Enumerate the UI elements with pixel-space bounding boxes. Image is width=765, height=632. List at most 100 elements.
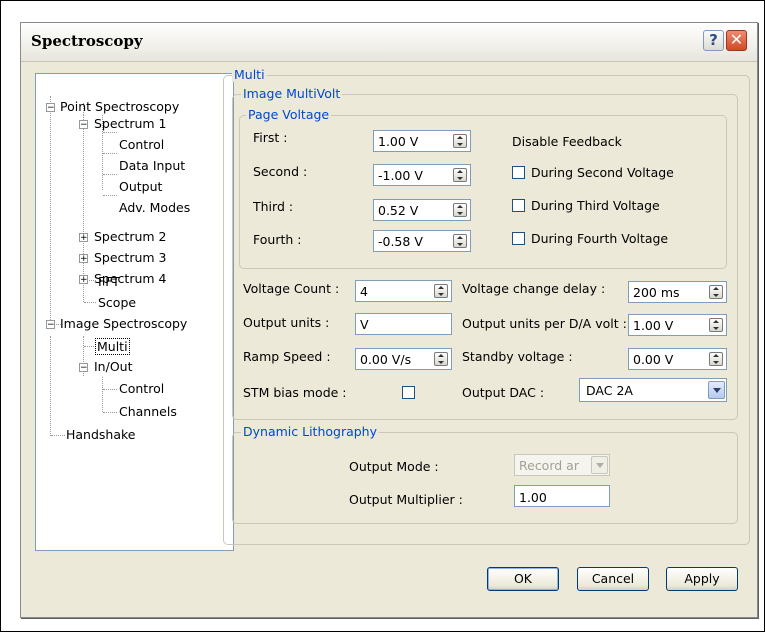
spinner-icon[interactable]	[709, 285, 723, 299]
tree-line	[84, 302, 96, 303]
during-third-checkbox[interactable]	[512, 199, 525, 212]
standby-voltage-value: 0.00 V	[633, 352, 674, 367]
tree-line	[103, 132, 117, 133]
voltage-change-delay-value: 200 ms	[633, 285, 680, 300]
tree-item-control[interactable]: Control	[119, 137, 164, 152]
fourth-voltage-value: -0.58 V	[378, 234, 423, 249]
tree-line	[50, 96, 51, 324]
output-units-per-da-field[interactable]: 1.00 V	[628, 314, 727, 336]
output-mode-dropdown: Record ar	[514, 454, 610, 476]
output-units-label: Output units :	[243, 315, 330, 330]
page-voltage-label: Page Voltage	[246, 107, 332, 122]
fourth-voltage-field[interactable]: -0.58 V	[373, 230, 471, 252]
tree-line	[83, 115, 84, 302]
output-dac-dropdown[interactable]: DAC 2A	[579, 378, 727, 402]
tree-item-point-spectroscopy[interactable]: Point Spectroscopy	[60, 99, 179, 114]
second-label: Second :	[253, 164, 308, 179]
spinner-icon[interactable]	[709, 352, 723, 366]
expand-icon[interactable]: +	[79, 233, 88, 243]
third-label: Third :	[253, 199, 294, 214]
spinner-icon[interactable]	[709, 318, 723, 332]
spectroscopy-dialog: Spectroscopy ? ✕ − Point Spectroscopy − …	[20, 22, 758, 618]
spinner-icon[interactable]	[453, 234, 467, 248]
standby-voltage-field[interactable]: 0.00 V	[628, 348, 727, 370]
tree-item-spectrum-1[interactable]: Spectrum 1	[94, 116, 167, 131]
expand-icon[interactable]: +	[79, 275, 88, 285]
tree-item-output[interactable]: Output	[119, 179, 162, 194]
chevron-down-icon[interactable]	[708, 381, 725, 399]
spinner-icon[interactable]	[453, 134, 467, 148]
collapse-icon[interactable]: −	[46, 320, 55, 330]
title-bar: Spectroscopy ? ✕	[21, 23, 757, 62]
output-units-field[interactable]: V	[355, 313, 452, 335]
during-third-label[interactable]: During Third Voltage	[531, 198, 660, 213]
tree-item-in-out-control[interactable]: Control	[119, 381, 164, 396]
during-second-label[interactable]: During Second Voltage	[531, 165, 674, 180]
collapse-icon[interactable]: −	[46, 103, 55, 113]
spinner-icon[interactable]	[453, 168, 467, 182]
third-voltage-value: 0.52 V	[378, 203, 419, 218]
tree-item-spectrum-2[interactable]: Spectrum 2	[94, 229, 167, 244]
first-voltage-field[interactable]: 1.00 V	[373, 130, 471, 152]
voltage-change-delay-field[interactable]: 200 ms	[628, 281, 727, 303]
help-button[interactable]: ?	[703, 30, 724, 51]
window-title: Spectroscopy	[31, 32, 143, 50]
apply-button[interactable]: Apply	[666, 567, 738, 591]
collapse-icon[interactable]: −	[79, 363, 88, 373]
standby-voltage-label: Standby voltage :	[462, 349, 573, 364]
tree-item-channels[interactable]: Channels	[119, 404, 177, 419]
tree-line	[103, 195, 117, 196]
settings-tree[interactable]: − Point Spectroscopy − Spectrum 1 Contro…	[35, 73, 234, 551]
second-voltage-value: -1.00 V	[378, 168, 423, 183]
cancel-button[interactable]: Cancel	[577, 567, 649, 591]
dynamic-lithography-group: Dynamic Lithography	[232, 425, 738, 524]
output-dac-value: DAC 2A	[586, 383, 633, 398]
spinner-icon[interactable]	[434, 352, 448, 366]
tree-item-adv-modes[interactable]: Adv. Modes	[119, 200, 190, 215]
first-voltage-value: 1.00 V	[378, 134, 419, 149]
output-mode-value: Record ar	[519, 458, 579, 473]
spinner-icon[interactable]	[434, 284, 448, 298]
ramp-speed-field[interactable]: 0.00 V/s	[355, 348, 452, 370]
close-button[interactable]: ✕	[726, 30, 747, 51]
tree-line	[103, 412, 117, 413]
ramp-speed-label: Ramp Speed :	[243, 349, 331, 364]
ok-button[interactable]: OK	[487, 567, 559, 591]
disable-feedback-label: Disable Feedback	[512, 134, 622, 149]
tree-item-multi-selected[interactable]: Multi	[95, 338, 130, 355]
tree-line	[103, 153, 117, 154]
voltage-count-field[interactable]: 4	[355, 280, 452, 302]
voltage-count-label: Voltage Count :	[243, 281, 340, 296]
tree-line	[103, 174, 117, 175]
output-units-per-da-label: Output units per D/A volt :	[462, 316, 627, 331]
third-voltage-field[interactable]: 0.52 V	[373, 199, 471, 221]
tree-item-data-input[interactable]: Data Input	[119, 158, 185, 173]
first-label: First :	[253, 130, 288, 145]
voltage-count-value: 4	[360, 284, 368, 299]
expand-icon[interactable]: +	[79, 254, 88, 264]
during-fourth-checkbox[interactable]	[512, 232, 525, 245]
stm-bias-mode-label: STM bias mode :	[243, 385, 347, 400]
during-second-checkbox[interactable]	[512, 166, 525, 179]
dynamic-lithography-label: Dynamic Lithography	[241, 424, 379, 439]
tree-item-in-out[interactable]: In/Out	[94, 359, 132, 374]
output-multiplier-field[interactable]: 1.00	[514, 485, 610, 507]
output-dac-label: Output DAC :	[462, 385, 545, 400]
tree-line	[51, 435, 65, 436]
ramp-speed-value: 0.00 V/s	[360, 352, 412, 367]
second-voltage-field[interactable]: -1.00 V	[373, 164, 471, 186]
tree-line	[103, 389, 117, 390]
stm-bias-mode-checkbox[interactable]	[402, 386, 415, 399]
tree-item-scope[interactable]: Scope	[98, 295, 136, 310]
multi-group-label: Multi	[232, 67, 267, 82]
chevron-down-icon	[591, 456, 608, 474]
tree-item-fft[interactable]: FFT	[98, 274, 120, 289]
tree-item-handshake[interactable]: Handshake	[66, 427, 136, 442]
tree-item-spectrum-3[interactable]: Spectrum 3	[94, 250, 167, 265]
collapse-icon[interactable]: −	[79, 120, 88, 130]
output-multiplier-value: 1.00	[519, 490, 547, 505]
during-fourth-label[interactable]: During Fourth Voltage	[531, 231, 668, 246]
image-multivolt-label: Image MultiVolt	[241, 86, 343, 101]
spinner-icon[interactable]	[453, 203, 467, 217]
tree-item-image-spectroscopy[interactable]: Image Spectroscopy	[60, 316, 187, 331]
